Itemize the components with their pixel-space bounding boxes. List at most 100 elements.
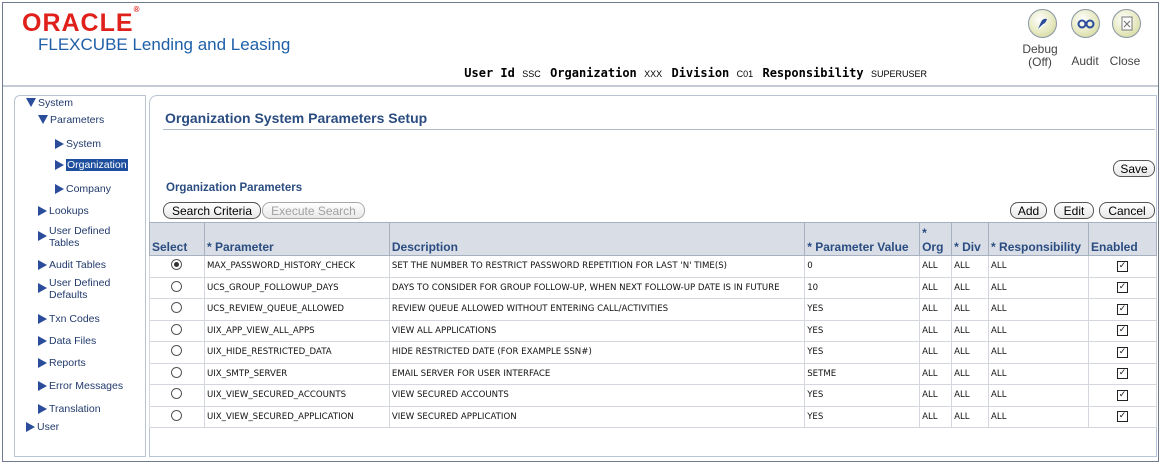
enabled-checkbox[interactable]: ✓ <box>1117 325 1128 337</box>
responsibility-cell: ALL <box>988 384 1089 407</box>
nav-item-company[interactable]: Company <box>55 183 111 197</box>
row-select-radio[interactable] <box>171 323 183 335</box>
audit-icon[interactable] <box>1071 9 1100 38</box>
parameter-value-cell: SETME <box>804 362 921 385</box>
execute-search-button[interactable]: Execute Search <box>262 202 365 219</box>
table-row[interactable]: UCS_REVIEW_QUEUE_ALLOWED REVIEW QUEUE ALL… <box>149 298 1157 321</box>
div-cell: ALL <box>951 362 990 385</box>
column-header-org[interactable]: * Org <box>919 222 953 256</box>
collapsed-triangle-icon <box>38 381 47 394</box>
close-label[interactable]: Close <box>1103 55 1147 68</box>
collapsed-triangle-icon <box>38 260 47 273</box>
organization-value: XXX <box>644 69 663 79</box>
column-header-div[interactable]: * Div <box>951 222 990 256</box>
enabled-cell[interactable]: ✓ <box>1088 341 1157 364</box>
nav-item-error-messages[interactable]: Error Messages <box>38 380 123 394</box>
column-header-description[interactable]: Description <box>388 222 806 256</box>
enabled-cell[interactable]: ✓ <box>1088 276 1157 299</box>
nav-item-reports[interactable]: Reports <box>38 357 86 371</box>
row-select-radio[interactable] <box>171 388 183 400</box>
enabled-cell[interactable]: ✓ <box>1088 255 1157 278</box>
enabled-checkbox[interactable]: ✓ <box>1117 389 1128 401</box>
description-cell: DAYS TO CONSIDER FOR GROUP FOLLOW-UP, WH… <box>388 276 806 299</box>
nav-item-user[interactable]: User <box>26 421 59 435</box>
table-row[interactable]: UCS_GROUP_FOLLOWUP_DAYS DAYS TO CONSIDER … <box>149 276 1157 299</box>
row-select-radio[interactable] <box>171 302 183 314</box>
user-id-value: SSC <box>522 69 541 79</box>
nav-item-organization[interactable]: Organization <box>55 159 128 173</box>
row-select-radio[interactable] <box>171 280 183 292</box>
table-row[interactable]: MAX_PASSWORD_HISTORY_CHECK SET THE NUMBER… <box>149 255 1157 278</box>
enabled-checkbox[interactable]: ✓ <box>1117 346 1128 358</box>
enabled-cell[interactable]: ✓ <box>1088 384 1157 407</box>
enabled-checkbox[interactable]: ✓ <box>1117 282 1128 294</box>
nav-item-data-files[interactable]: Data Files <box>38 335 96 349</box>
parameter-cell: UIX_HIDE_RESTRICTED_DATA <box>203 341 390 364</box>
enabled-cell[interactable]: ✓ <box>1088 405 1157 428</box>
cancel-button[interactable]: Cancel <box>1099 202 1155 219</box>
parameter-cell: UIX_APP_VIEW_ALL_APPS <box>203 319 390 342</box>
enabled-cell[interactable]: ✓ <box>1088 319 1157 342</box>
table-row[interactable]: UIX_VIEW_SECURED_APPLICATION VIEW SECURED… <box>149 405 1157 428</box>
div-cell: ALL <box>951 255 990 278</box>
row-select-cell[interactable] <box>149 319 205 342</box>
parameter-value-cell: YES <box>804 319 921 342</box>
save-button[interactable]: Save <box>1113 160 1155 177</box>
nav-item-txn-codes[interactable]: Txn Codes <box>38 313 100 327</box>
parameter-value-cell: YES <box>804 298 921 321</box>
page-title: Organization System Parameters Setup <box>165 110 428 126</box>
enabled-checkbox[interactable]: ✓ <box>1117 411 1128 423</box>
table-row[interactable]: UIX_SMTP_SERVER EMAIL SERVER FOR USER INT… <box>149 362 1157 385</box>
table-row[interactable]: UIX_HIDE_RESTRICTED_DATA HIDE RESTRICTED … <box>149 341 1157 364</box>
row-select-radio[interactable] <box>171 366 183 378</box>
product-name: FLEXCUBE Lending and Leasing <box>38 35 291 54</box>
column-header-parameter-value[interactable]: * Parameter Value <box>804 222 921 256</box>
row-select-cell[interactable] <box>149 362 205 385</box>
div-cell: ALL <box>951 319 990 342</box>
description-cell: VIEW SECURED ACCOUNTS <box>388 384 806 407</box>
edit-button[interactable]: Edit <box>1054 202 1094 219</box>
column-header-parameter[interactable]: * Parameter <box>203 222 390 256</box>
table-row[interactable]: UIX_APP_VIEW_ALL_APPS VIEW ALL APPLICATIO… <box>149 319 1157 342</box>
row-select-cell[interactable] <box>149 341 205 364</box>
close-icon[interactable] <box>1112 9 1141 38</box>
nav-item-user-defined-tables[interactable]: User Defined Tables <box>38 225 138 249</box>
column-header-responsibility[interactable]: * Responsibility <box>988 222 1089 256</box>
row-select-radio[interactable] <box>171 409 183 421</box>
add-button[interactable]: Add <box>1010 202 1047 219</box>
responsibility-cell: ALL <box>988 362 1089 385</box>
collapsed-triangle-icon <box>55 160 64 173</box>
row-select-cell[interactable] <box>149 384 205 407</box>
description-cell: VIEW ALL APPLICATIONS <box>388 319 806 342</box>
enabled-checkbox[interactable]: ✓ <box>1117 303 1128 315</box>
nav-item-user-defined-defaults[interactable]: User Defined Defaults <box>38 277 138 301</box>
row-select-cell[interactable] <box>149 298 205 321</box>
row-select-radio[interactable] <box>171 259 183 271</box>
nav-item-audit-tables[interactable]: Audit Tables <box>38 259 106 273</box>
enabled-checkbox[interactable]: ✓ <box>1117 368 1128 380</box>
responsibility-cell: ALL <box>988 255 1089 278</box>
column-header-enabled[interactable]: Enabled <box>1088 222 1157 256</box>
responsibility-label: Responsibility <box>762 66 864 80</box>
enabled-checkbox[interactable]: ✓ <box>1117 260 1128 272</box>
table-row[interactable]: UIX_VIEW_SECURED_ACCOUNTS VIEW SECURED AC… <box>149 384 1157 407</box>
row-select-radio[interactable] <box>171 345 183 357</box>
parameter-cell: UCS_REVIEW_QUEUE_ALLOWED <box>203 298 390 321</box>
enabled-cell[interactable]: ✓ <box>1088 298 1157 321</box>
row-select-cell[interactable] <box>149 405 205 428</box>
audit-label[interactable]: Audit <box>1063 55 1107 68</box>
nav-item-parameters[interactable]: Parameters <box>38 114 104 127</box>
debug-icon[interactable] <box>1028 9 1057 38</box>
enabled-cell[interactable]: ✓ <box>1088 362 1157 385</box>
division-label: Division <box>671 66 730 80</box>
row-select-cell[interactable] <box>149 276 205 299</box>
nav-item-lookups[interactable]: Lookups <box>38 205 89 219</box>
nav-item-parameters-system[interactable]: System <box>55 138 101 152</box>
nav-item-system[interactable]: System <box>26 97 73 110</box>
org-cell: ALL <box>919 341 953 364</box>
debug-label[interactable]: Debug (Off) <box>1015 43 1065 69</box>
collapsed-triangle-icon <box>26 422 35 435</box>
row-select-cell[interactable] <box>149 255 205 278</box>
search-criteria-button[interactable]: Search Criteria <box>163 202 261 219</box>
nav-item-translation[interactable]: Translation <box>38 403 101 417</box>
